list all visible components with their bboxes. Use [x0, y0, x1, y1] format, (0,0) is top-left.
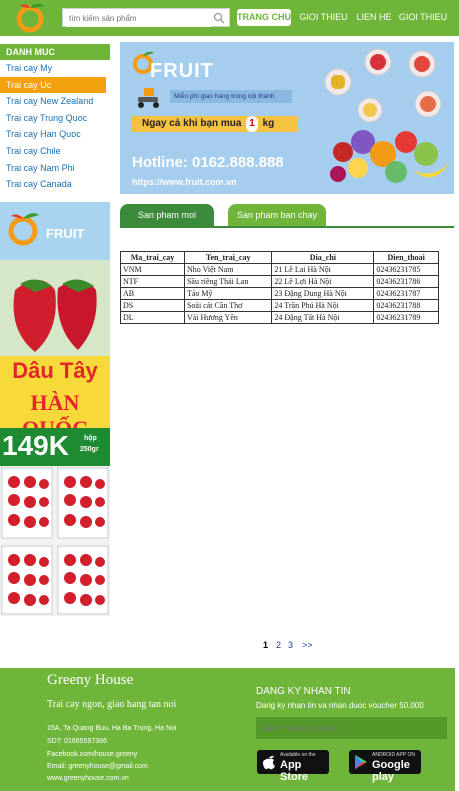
table-cell: 21 Lê Lai Hà Nội — [271, 263, 375, 276]
newsletter-email-input[interactable] — [256, 717, 444, 739]
search-box[interactable] — [62, 8, 230, 27]
banner-url: https://www.fruit.com.vn — [132, 177, 237, 187]
hotline: Hotline: 0162.888.888 — [132, 154, 284, 171]
ad-header: FRUIT — [0, 202, 110, 260]
sidebar-item-usa[interactable]: Trai cay My — [0, 60, 106, 76]
ad-title-box: Dâu Tây HÀN QUỐC — [0, 356, 110, 441]
footer-phone: SDT: 01665597366 — [47, 738, 107, 745]
tab-new-products[interactable]: San pham moi — [120, 204, 214, 226]
site-logo[interactable] — [12, 2, 52, 34]
table-header-row: Ma_trai_cay Ten_trai_cay Dia_chi Dien_th… — [120, 251, 439, 264]
fruit-basket-image — [324, 48, 450, 183]
newsletter-title: DANG KY NHAN TIN — [256, 686, 351, 697]
tab-underline — [120, 226, 454, 228]
orange-logo-icon — [8, 213, 39, 246]
sidebar-item-canada[interactable]: Trai cay Canada — [0, 176, 106, 192]
table-cell: DL — [120, 311, 185, 324]
nav-about[interactable]: GIOI THIEU — [297, 9, 350, 26]
google-play-label: Google play — [372, 759, 410, 783]
sidebar-item-australia[interactable]: Trai cay Uc — [0, 77, 106, 93]
table-cell: 24 Trần Phú Hà Nội — [271, 299, 375, 312]
page-link-3[interactable]: 3 — [288, 640, 293, 650]
table-header-cell: Ma_trai_cay — [120, 251, 185, 264]
table-cell: AB — [120, 287, 185, 300]
ad-price: 149K — [2, 430, 69, 461]
search-input[interactable] — [67, 10, 211, 27]
table-cell: 02436231789 — [373, 311, 439, 324]
min-order-qty: 1 — [246, 116, 258, 132]
table-cell: 02436231786 — [373, 275, 439, 288]
table-row: VNM Nho Việt Nam 21 Lê Lai Hà Nội 024362… — [120, 263, 439, 276]
footer-email[interactable]: Email: greenyhouse@gmail.com — [47, 763, 148, 770]
footer-facebook[interactable]: Facebook.com/house.greeny — [47, 751, 137, 758]
table-cell: 02436231785 — [373, 263, 439, 276]
ad-pack-weight: 250gr — [80, 446, 99, 453]
search-icon[interactable] — [213, 12, 225, 24]
page-link-2[interactable]: 2 — [276, 640, 281, 650]
table-cell: 24 Đặng Tất Hà Nội — [271, 311, 375, 324]
table-row: AB Táo Mỹ 23 Đặng Dung Hà Nội 0243623178… — [120, 287, 439, 300]
google-play-small-text: ANDROID APP ON — [372, 752, 415, 758]
table-cell: NTF — [120, 275, 185, 288]
table-cell: Táo Mỹ — [183, 287, 273, 300]
strawberry-ad[interactable]: FRUIT Dâu Tây HÀN QUỐC 149K hộp 250gr — [0, 202, 110, 616]
page-link-1[interactable]: 1 — [263, 640, 268, 650]
nav-home[interactable]: TRANG CHU — [237, 9, 291, 26]
sidebar-title: DANH MUC — [0, 44, 110, 60]
sidebar-item-south-africa[interactable]: Trai cay Nam Phi — [0, 160, 106, 176]
table-header-cell: Dien_thoai — [373, 251, 439, 264]
apple-icon — [263, 755, 275, 770]
ad-price-box: 149K hộp 250gr — [0, 428, 110, 466]
footer-website[interactable]: www.greenyhouse.com.vn — [47, 775, 129, 782]
fruit-table: Ma_trai_cay Ten_trai_cay Dia_chi Dien_th… — [120, 251, 439, 324]
table-row: NTF Sầu riêng Thái Lan 22 Lê Lợi Hà Nội … — [120, 275, 439, 288]
sidebar-item-new-zealand[interactable]: Trai cay New Zealand — [0, 93, 106, 109]
table-cell: Soài cát Cần Thơ — [183, 299, 273, 312]
strawberry-boxes-photo — [0, 466, 110, 616]
table-cell: Nho Việt Nam — [183, 263, 273, 276]
table-cell: VNM — [120, 263, 185, 276]
sidebar-item-chile[interactable]: Trai cay Chile — [0, 143, 106, 159]
table-row: DL Vải Hương Yên 24 Đặng Tất Hà Nội 0243… — [120, 311, 439, 324]
table-cell: 02436231787 — [373, 287, 439, 300]
app-store-small-text: Available on the — [280, 752, 316, 758]
footer-brand: Greeny House — [47, 672, 134, 688]
table-cell: Sầu riêng Thái Lan — [183, 275, 273, 288]
table-cell: 02436231788 — [373, 299, 439, 312]
footer-address: 15A, Ta Quang Buu, Ha Ba Trung, Ha Noi — [47, 725, 177, 732]
table-cell: DS — [120, 299, 185, 312]
tab-best-sellers[interactable]: San pham ban chay — [228, 204, 326, 226]
min-order-text: Ngay cả khi bạn mua — [142, 118, 242, 129]
promo-banner[interactable]: FRUIT Miễn phí giao hàng trong nội thành… — [120, 42, 454, 194]
nav-about-2[interactable]: GIOI THIEU — [397, 9, 449, 26]
strawberry-photo — [0, 260, 110, 356]
min-order-label: Ngay cả khi bạn mua 1 kg — [132, 116, 298, 132]
ad-pack-unit: hộp — [84, 435, 97, 442]
table-row: DS Soài cát Cần Thơ 24 Trần Phú Hà Nội 0… — [120, 299, 439, 312]
delivery-scooter-icon — [138, 88, 159, 108]
free-shipping-label: Miễn phí giao hàng trong nội thành — [170, 90, 292, 103]
table-cell: Vải Hương Yên — [183, 311, 273, 324]
table-header-cell: Ten_trai_cay — [183, 251, 273, 264]
page-next[interactable]: >> — [302, 640, 313, 650]
banner-brand: FRUIT — [150, 60, 214, 82]
table-header-cell: Dia_chi — [271, 251, 375, 264]
google-play-icon — [355, 755, 367, 769]
sidebar-item-korea[interactable]: Trai cay Han Quoc — [0, 126, 106, 142]
footer-slogan: Trai cay ngon, giao hang tan noi — [47, 699, 177, 710]
table-cell: 23 Đặng Dung Hà Nội — [271, 287, 375, 300]
ad-brand: FRUIT — [46, 226, 85, 241]
newsletter-email-box[interactable] — [256, 717, 447, 739]
google-play-button[interactable]: ANDROID APP ON Google play — [349, 750, 421, 783]
sidebar-item-china[interactable]: Trai cay Trung Quoc — [0, 110, 106, 126]
orange-logo-icon — [16, 3, 44, 33]
app-store-label: App Store — [280, 759, 309, 783]
app-store-button[interactable]: Available on the App Store — [257, 750, 329, 783]
min-order-unit: kg — [262, 118, 275, 129]
newsletter-subtitle: Dang ky nhan tin va nhan duoc voucher 50… — [256, 701, 424, 710]
ad-title: Dâu Tây — [12, 358, 98, 383]
nav-contact[interactable]: LIEN HE — [356, 9, 392, 26]
table-cell: 22 Lê Lợi Hà Nội — [271, 275, 375, 288]
